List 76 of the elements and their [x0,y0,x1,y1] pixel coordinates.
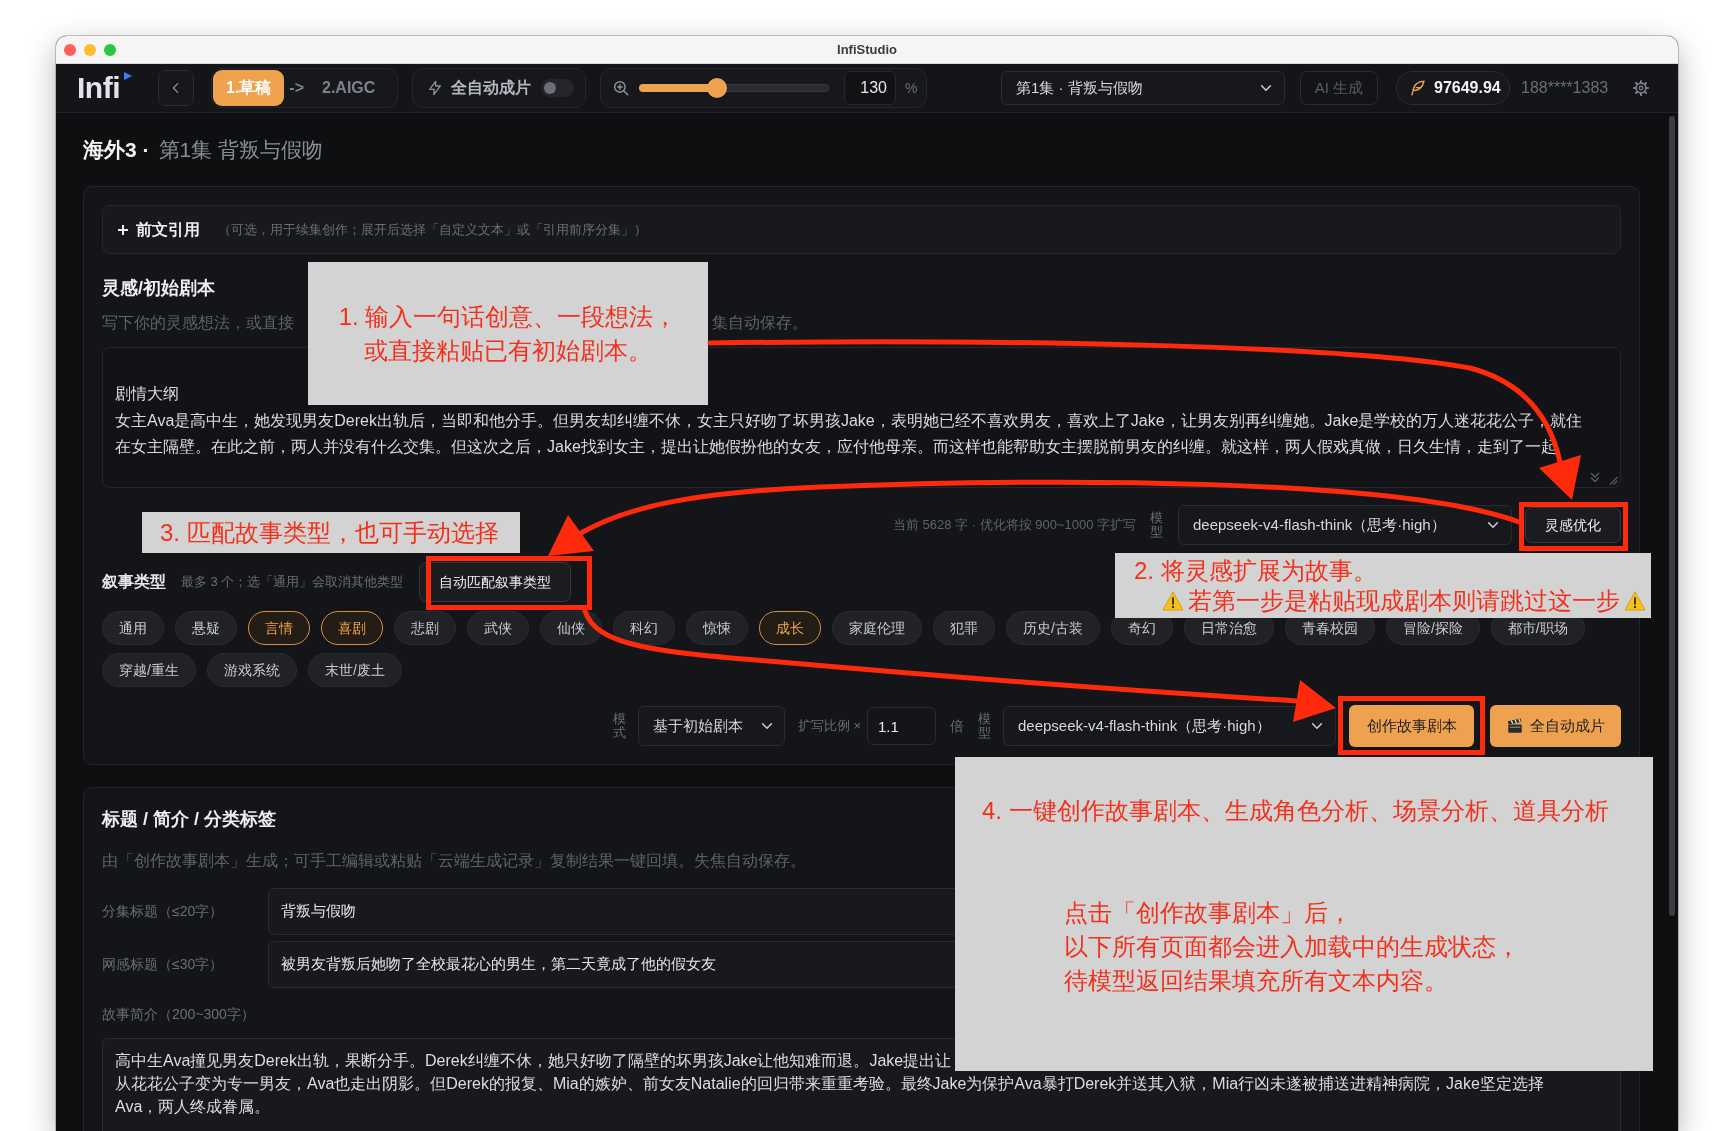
step-arrow: -> [289,78,304,98]
narrative-label: 叙事类型 [102,572,166,592]
account-label: 188****1383 [1521,78,1609,98]
genre-chip[interactable]: 喜剧 [321,611,383,645]
mode-label: 模式 [612,711,626,741]
helper-text: 由「创作故事剧本」生成；可手工编辑或粘贴「云端生成记录」复制结果一键回填。失焦自动保存。 [102,851,806,871]
genre-chip[interactable]: 游戏系统 [206,653,297,687]
triangle-icon [124,72,132,80]
settings-icon[interactable] [1632,79,1650,97]
genre-chip[interactable]: 家庭伦理 [832,611,922,645]
close-button[interactable] [64,44,76,56]
step-tab[interactable]: 2.AIGC [309,70,389,106]
genre-chip[interactable]: 犯罪 [933,611,995,645]
genre-chip[interactable]: 末世/废土 [307,653,402,687]
ratio-unit: 倍 [950,716,964,736]
logo-text: Infi [77,73,120,103]
ratio-input[interactable]: 1.1 [867,707,936,745]
stats-text: 当前 5628 字 · 优化将按 900~1000 字扩写 [892,516,1136,535]
genre-chip[interactable]: 悲剧 [394,611,456,645]
percent-unit: % [905,78,918,98]
model-label: 模型 [1150,510,1163,540]
episode-select[interactable]: 第1集 · 背叛与假吻 [1001,71,1285,105]
auto-film-label: 全自动成片 [451,78,531,98]
optimize-button[interactable]: 灵感优化 [1525,507,1621,543]
genre-chip[interactable]: 科幻 [613,611,675,645]
slider-thumb[interactable] [706,78,727,98]
create-script-button[interactable]: 创作故事剧本 [1349,705,1474,747]
balance-value: 97649.94 [1434,78,1501,98]
feather-icon [1409,79,1427,97]
zoom-slider[interactable] [639,78,829,98]
genre-chip[interactable]: 言情 [248,611,310,645]
genre-chip[interactable]: 惊悚 [686,611,748,645]
warning-icon [1624,590,1646,611]
model-select[interactable]: deepseek-v4-flash-think（思考·high） [1003,706,1336,746]
annotation-text: 3. 匹配故事类型，也可手动选择 [160,517,499,548]
hint-text: （可选，用于续集创作；展开后选择「自定义文本」或「引用前序分集」） [218,220,647,239]
annotation-text: 1. 输入一句话创意、一段想法， [338,301,678,332]
toggle-switch[interactable] [541,79,574,97]
helper-text: 写下你的灵感想法，或直接 [102,313,294,333]
lightning-icon [427,80,443,96]
auto-film-button[interactable]: 全自动成片 [1490,705,1621,747]
genre-chip[interactable]: 仙侠 [540,611,602,645]
model-select[interactable]: deepseek-v4-flash-think（思考·high） [1178,505,1512,545]
clapperboard-icon [1506,717,1524,735]
double-chevron-icon [1589,471,1601,483]
field-label: 故事简介（200~300字） [102,1005,255,1024]
project-title: 海外3 · [83,137,150,163]
genre-chip[interactable]: 通用 [102,611,164,645]
scrollbar-thumb[interactable] [1669,116,1675,916]
zoom-input[interactable]: 130 [844,71,896,105]
genre-chip[interactable]: 武侠 [467,611,529,645]
field-label: 网感标题（≤30字） [102,955,225,974]
prior-reference-button[interactable]: 前文引用 [117,217,200,242]
warning-icon [1162,590,1184,611]
episode-title: 第1集 背叛与假吻 [158,137,324,163]
model-label: 模型 [978,711,991,741]
genre-chip[interactable]: 悬疑 [175,611,237,645]
ratio-label: 扩写比例 × [797,717,861,736]
genre-chip[interactable]: 历史/古装 [1006,611,1100,645]
section-heading: 灵感/初始剧本 [102,277,215,300]
hint-text: 最多 3 个；选「通用」会取消其他类型 [181,573,404,592]
annotation-text: 4. 一键创作故事剧本、生成角色分析、场景分析、道具分析 [982,796,1609,826]
helper-text: 集自动保存。 [712,313,808,333]
section-heading: 标题 / 简介 / 分类标签 [102,808,276,831]
mode-select[interactable]: 基于初始剧本 [637,706,785,746]
auto-match-button[interactable]: 自动匹配叙事类型 [419,562,572,602]
minimize-button[interactable] [84,44,96,56]
zoom-in-icon [612,79,630,97]
field-label: 分集标题（≤20字） [102,902,225,921]
window-title: InfiStudio [837,43,897,56]
resize-grip-icon [1608,475,1618,485]
annotation-text: 点击「创作故事剧本」后， [1064,898,1352,928]
maximize-button[interactable] [104,44,116,56]
annotation-text: 2. 将灵感扩展为故事。 [1134,555,1377,586]
genre-chip[interactable]: 成长 [759,611,821,645]
genre-chip[interactable]: 穿越/重生 [102,653,196,687]
